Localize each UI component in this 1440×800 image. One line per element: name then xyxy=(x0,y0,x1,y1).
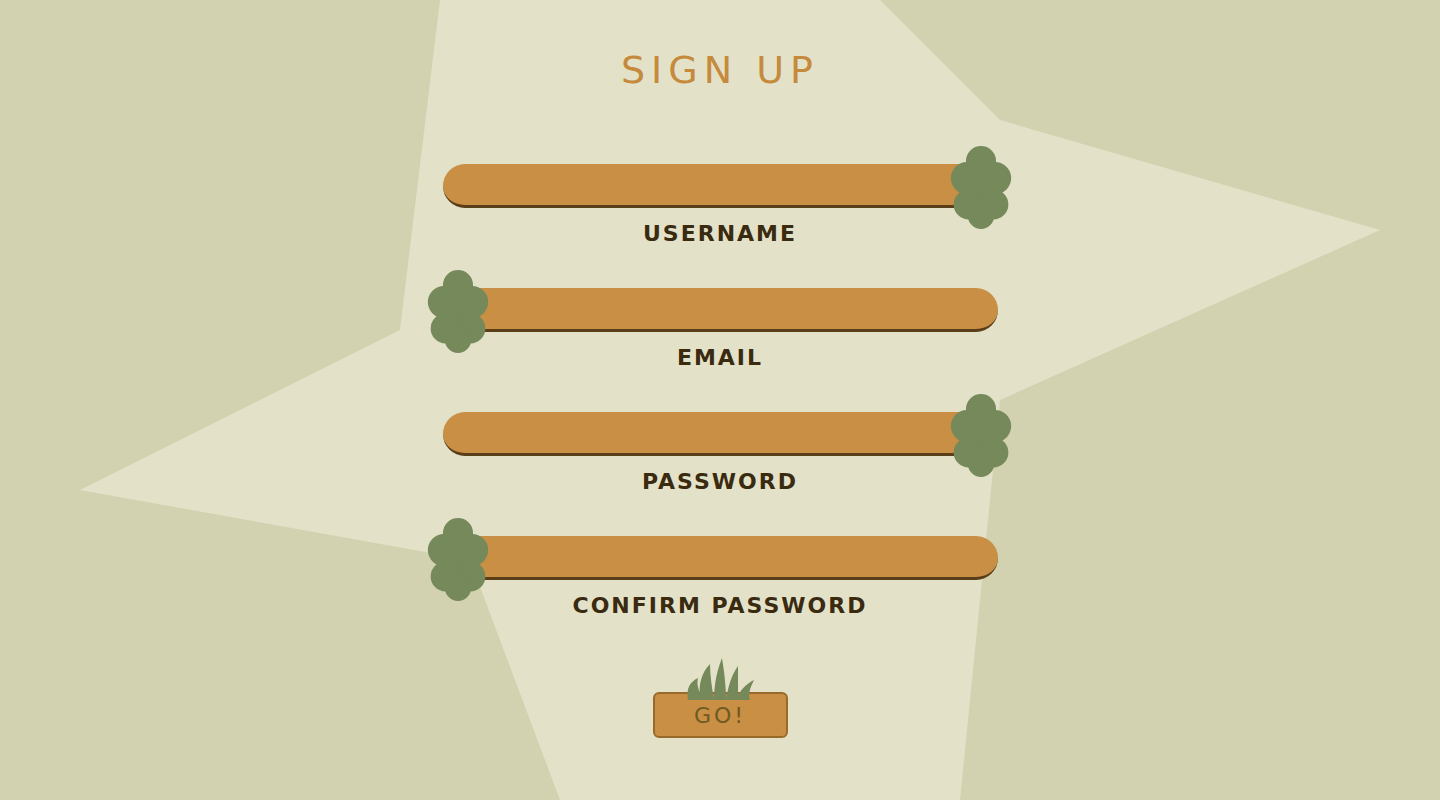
form-title: SIGN UP xyxy=(621,46,819,94)
sign-up-page: SIGN UP USERNAME EMAIL PASSWORD CONFIRM … xyxy=(0,0,1440,800)
field-bar xyxy=(443,536,998,580)
field-list: USERNAME EMAIL PASSWORD CONFIRM PASSWORD xyxy=(443,164,998,620)
bush-icon xyxy=(948,388,1014,482)
text-input[interactable] xyxy=(443,288,998,332)
field-label: EMAIL xyxy=(677,344,763,372)
text-input[interactable] xyxy=(443,164,998,208)
form-field: CONFIRM PASSWORD xyxy=(443,536,998,620)
field-label: USERNAME xyxy=(643,220,797,248)
bush-icon xyxy=(425,512,491,606)
text-input[interactable] xyxy=(443,536,998,580)
sign-up-form: SIGN UP USERNAME EMAIL PASSWORD CONFIRM … xyxy=(0,0,1440,738)
plant-icon xyxy=(680,656,760,700)
field-label: CONFIRM PASSWORD xyxy=(573,592,868,620)
field-bar xyxy=(443,164,998,208)
bush-icon xyxy=(425,264,491,358)
field-label: PASSWORD xyxy=(642,468,798,496)
form-field: PASSWORD xyxy=(443,412,998,496)
submit-group: GO! xyxy=(653,656,788,738)
form-field: EMAIL xyxy=(443,288,998,372)
field-bar xyxy=(443,412,998,456)
form-field: USERNAME xyxy=(443,164,998,248)
bush-icon xyxy=(948,140,1014,234)
field-bar xyxy=(443,288,998,332)
text-input[interactable] xyxy=(443,412,998,456)
